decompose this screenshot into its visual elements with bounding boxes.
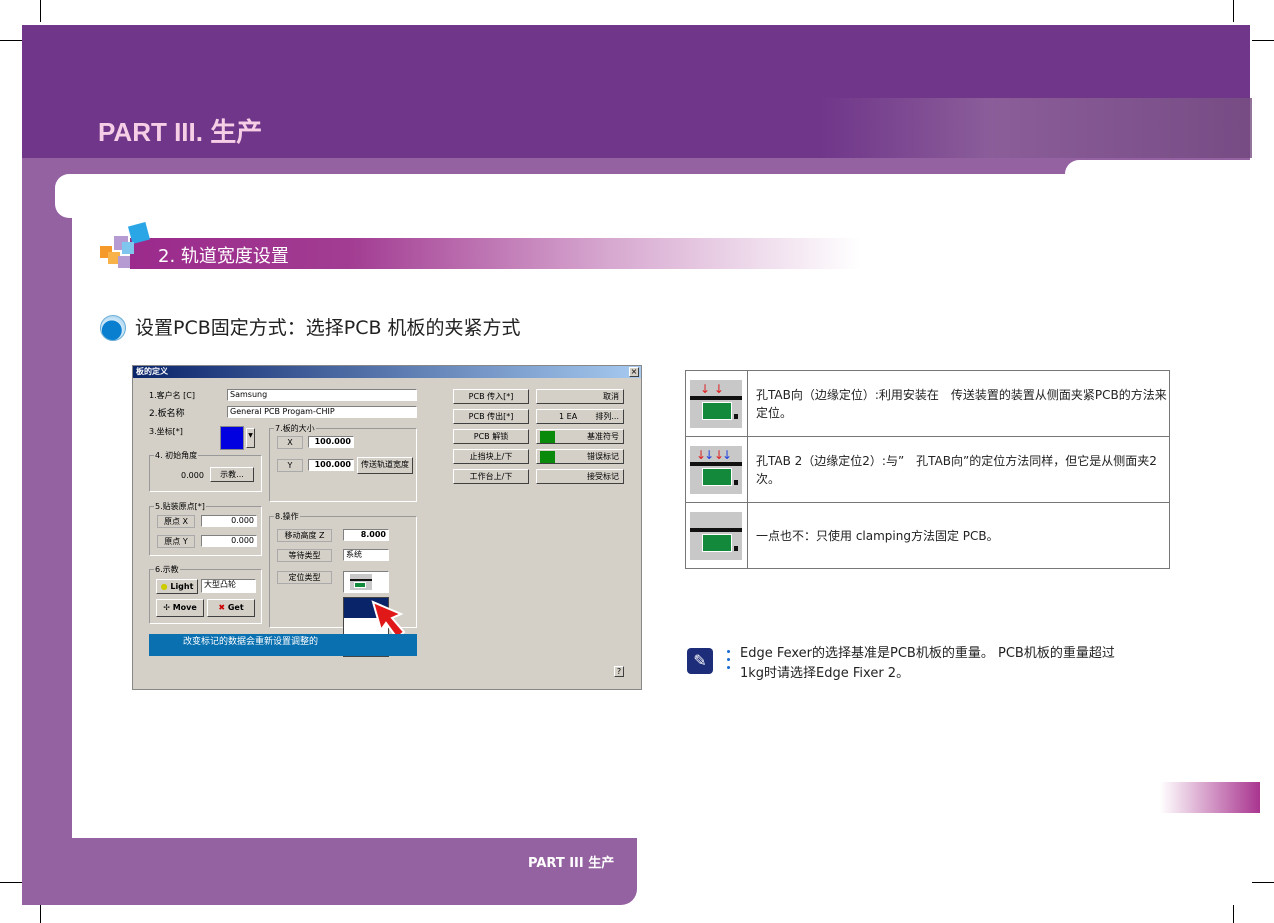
size-group-label: 7.板的大小	[274, 423, 316, 434]
coord-label: 3.坐标[*]	[149, 427, 183, 436]
note-line: 1kg时请选择Edge Fixer 2。	[740, 666, 910, 681]
coordinate-select[interactable]	[220, 426, 244, 450]
fiducial-button[interactable]: 基准符号	[536, 429, 624, 444]
footer-band	[22, 838, 637, 905]
none-icon	[690, 511, 742, 560]
size-y-label: Y	[277, 459, 303, 472]
cubes-icon	[100, 222, 151, 268]
array-label: 排列...	[595, 412, 619, 421]
table-cell-text: 孔TAB 2（边缘定位2）:与” 孔TAB向”的定位方法同样，但它是从侧面夹2次…	[747, 436, 1170, 503]
origin-x-input[interactable]: 0.000	[201, 515, 257, 527]
size-x-label: X	[277, 436, 303, 449]
pcb-unlock-button[interactable]: PCB 解锁	[453, 429, 529, 444]
move-button[interactable]: ✢ Move	[156, 599, 204, 617]
light-label: Light	[170, 582, 194, 591]
teach-group-label: 6.示教	[154, 564, 180, 575]
board-name-label: 2.板名称	[149, 409, 185, 419]
locate-type-label: 定位类型	[277, 571, 332, 584]
angle-group-label: 4. 初始角度	[154, 450, 199, 461]
move-height-label: 移动高度 Z	[277, 529, 332, 542]
table-row: 一点也不：只使用 clamping方法固定 PCB。	[685, 502, 1170, 569]
left-band	[22, 174, 72, 905]
customer-input[interactable]: Samsung	[227, 389, 417, 401]
chevron-down-icon[interactable]: ▼	[246, 428, 255, 448]
conveyor-width-button[interactable]: 传送轨道宽度	[357, 457, 413, 474]
fiducial-indicator	[540, 431, 555, 443]
content-tab	[55, 174, 1065, 218]
status-bar: 改变标记的数据会重新设置调整的	[149, 634, 417, 656]
note-line: Edge Fexer的选择基准是PCB机板的重量。 PCB机板的重量超过	[740, 646, 1115, 661]
help-button[interactable]: ?	[614, 666, 624, 677]
locate-type-select[interactable]	[343, 571, 389, 593]
page-tab-gradient	[1160, 782, 1260, 813]
pcb-in-button[interactable]: PCB 传入[*]	[453, 389, 529, 404]
content-corner	[1065, 160, 1250, 180]
table-cell-text: 一点也不：只使用 clamping方法固定 PCB。	[747, 502, 1170, 569]
note-text: Edge Fexer的选择基准是PCB机板的重量。 PCB机板的重量超过 1kg…	[740, 644, 1115, 684]
light-select[interactable]: 大型凸轮	[201, 579, 256, 593]
fiducial-label: 基准符号	[587, 432, 619, 441]
bad-mark-button[interactable]: 错误标记	[536, 449, 624, 464]
wait-type-select[interactable]: 系统	[343, 549, 389, 561]
get-button[interactable]: ✖ Get	[207, 599, 255, 617]
table-updown-button[interactable]: 工作台上/下	[453, 469, 529, 484]
teach-button[interactable]: 示教...	[210, 467, 254, 482]
origin-y-label: 原点 Y	[157, 535, 195, 548]
header-chip-image	[820, 98, 1252, 158]
customer-label: 1.客户名 [C]	[149, 391, 196, 400]
cancel-button[interactable]: 取消	[536, 389, 624, 404]
bad-mark-indicator	[540, 451, 555, 463]
note-pencil-icon: ✎	[687, 648, 713, 674]
origin-y-input[interactable]: 0.000	[201, 535, 257, 547]
clamp-type-table: ↓ ↓ 孔TAB向（边缘定位）:利用安装在 传送装置的装置从侧面夹紧PCB的方法…	[685, 370, 1170, 569]
stopper-button[interactable]: 止挡块上/下	[453, 449, 529, 464]
dialog-title: 板的定义	[133, 366, 641, 378]
bullet-icon	[100, 315, 126, 341]
edge-tab-icon: ↓ ↓	[690, 379, 742, 428]
angle-value: 0.000	[181, 471, 204, 480]
edge-tab-icon	[350, 574, 372, 590]
subtitle: 设置PCB固定方式：选择PCB 机板的夹紧方式	[135, 317, 521, 339]
close-button[interactable]: ×	[629, 367, 639, 377]
table-cell-text: 孔TAB向（边缘定位）:利用安装在 传送装置的装置从侧面夹紧PCB的方法来定位。	[747, 370, 1170, 437]
array-button[interactable]: 1 EA 排列...	[536, 409, 624, 424]
content-bottom	[72, 820, 637, 838]
edge-tab2-icon: ↓↓ ↓↓	[690, 445, 742, 494]
size-y-input[interactable]: 100.000	[308, 459, 354, 471]
table-row: ↓↓ ↓↓ 孔TAB 2（边缘定位2）:与” 孔TAB向”的定位方法同样，但它是…	[685, 436, 1170, 503]
origin-x-label: 原点 X	[157, 515, 195, 528]
bulb-icon: ●	[160, 582, 168, 591]
move-icon: ✢	[163, 603, 170, 612]
move-height-input[interactable]: 8.000	[343, 529, 389, 541]
page-title: PART III. 生产	[98, 117, 263, 147]
get-icon: ✖	[218, 603, 226, 612]
pcb-out-button[interactable]: PCB 传出[*]	[453, 409, 529, 424]
light-button[interactable]: ● Light	[156, 579, 198, 594]
origin-group: 5.贴装原点[*]	[149, 501, 262, 556]
size-x-input[interactable]: 100.000	[308, 436, 354, 448]
note-dots	[727, 650, 731, 674]
operation-group-label: 8.操作	[274, 511, 300, 522]
array-count: 1 EA	[559, 412, 578, 421]
wait-type-label: 等待类型	[277, 549, 332, 562]
board-definition-dialog: 板的定义 × 1.客户名 [C] Samsung 2.板名称 General P…	[132, 365, 642, 690]
get-label: Get	[227, 603, 244, 612]
section-title: 2. 轨道宽度设置	[158, 246, 289, 267]
board-name-input[interactable]: General PCB Progam-CHIP	[227, 406, 417, 418]
bad-mark-label: 错误标记	[587, 452, 619, 461]
footer-text: PART III 生产	[528, 856, 615, 871]
table-row: ↓ ↓ 孔TAB向（边缘定位）:利用安装在 传送装置的装置从侧面夹紧PCB的方法…	[685, 370, 1170, 437]
accept-mark-button[interactable]: 接受标记	[536, 469, 624, 484]
move-label: Move	[172, 603, 197, 612]
origin-group-label: 5.贴装原点[*]	[154, 501, 206, 512]
